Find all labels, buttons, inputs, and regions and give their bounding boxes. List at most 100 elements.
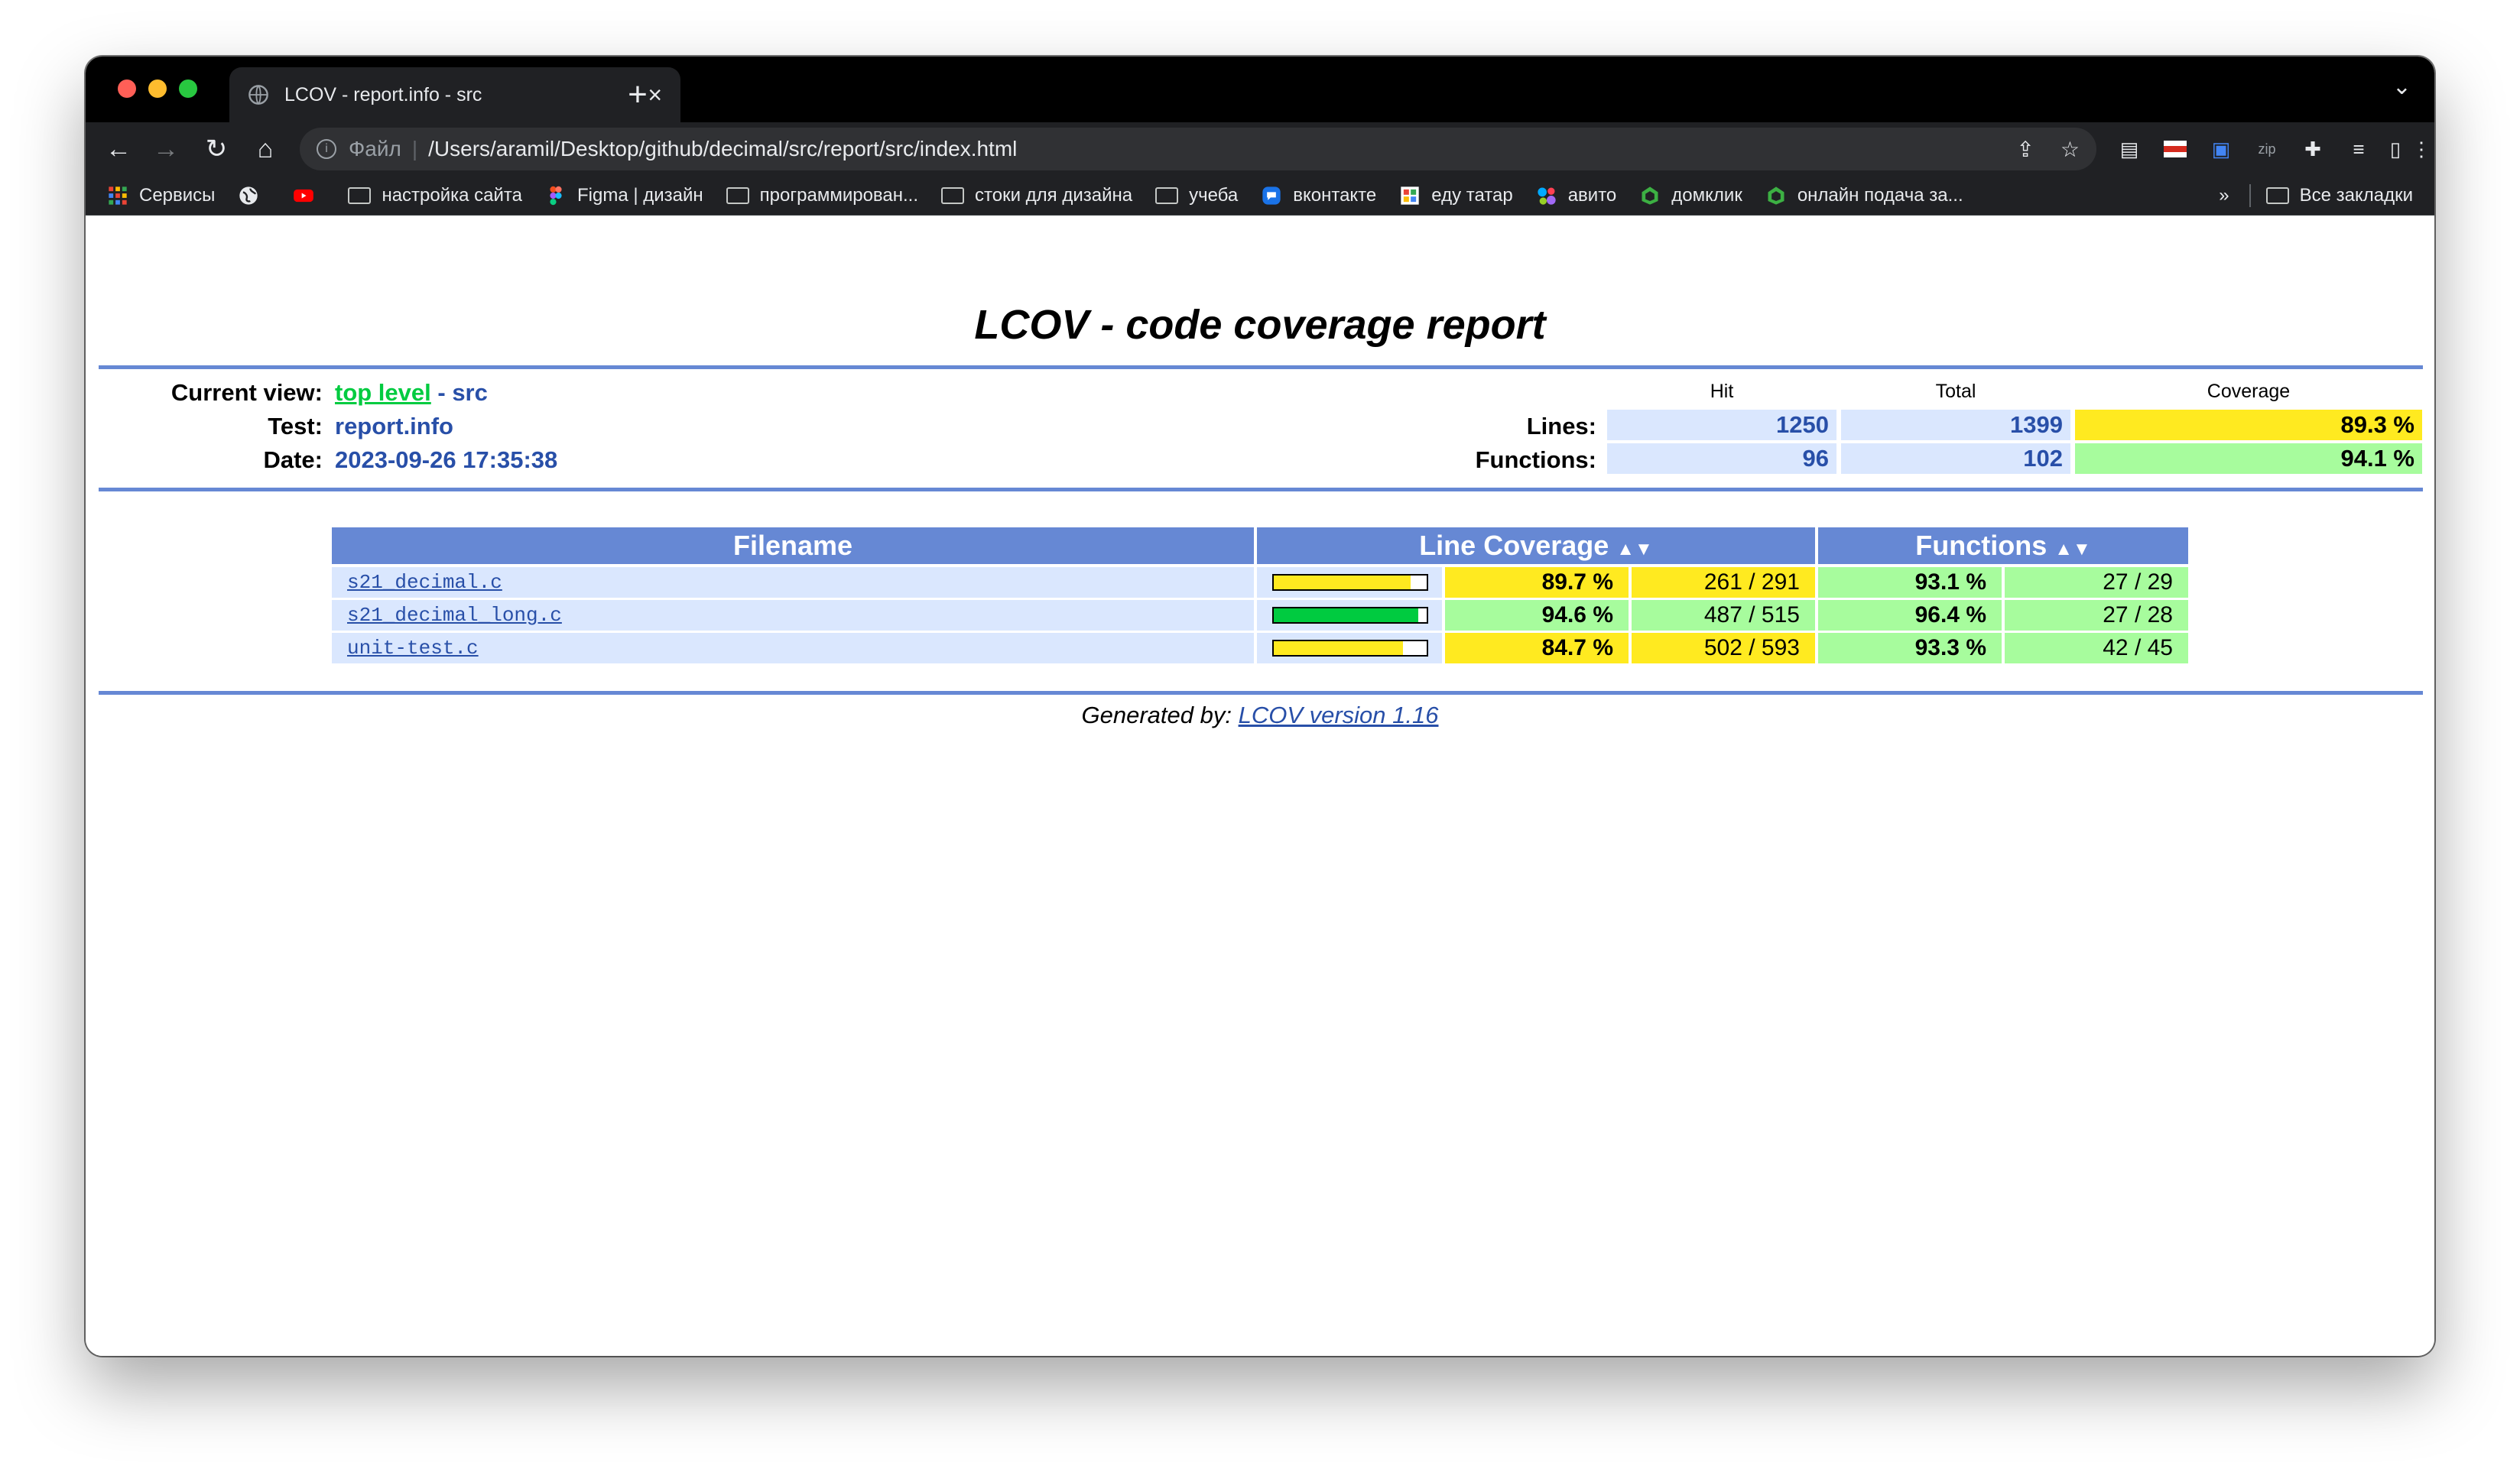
new-tab-button[interactable]: + — [615, 67, 661, 122]
bookmark-web[interactable] — [238, 185, 270, 206]
side-panel-icon[interactable]: ▯ — [2379, 133, 2411, 165]
bookmarks-bar: Сервисы настройка сайта Figma | дизайн п… — [86, 176, 2434, 216]
apps-grid-icon — [109, 186, 127, 205]
page-title: LCOV - code coverage report — [974, 302, 1546, 348]
bookmark-domclick[interactable]: домклик — [1639, 185, 1742, 206]
functions-label: Functions: — [1475, 446, 1596, 473]
summary-header-hit: Hit — [1710, 381, 1734, 402]
share-icon[interactable]: ⇪ — [2016, 137, 2034, 162]
bookmark-vkontakte[interactable]: вконтакте — [1261, 185, 1376, 206]
bookmark-figma[interactable]: Figma | дизайн — [545, 185, 703, 206]
bookmark-label: онлайн подача за... — [1797, 184, 1963, 206]
bookmark-star-icon[interactable]: ☆ — [2060, 137, 2080, 162]
filename-column-header[interactable]: Filename — [332, 527, 1254, 564]
lines-coverage: 89.3 % — [2075, 410, 2422, 440]
header-ruler-top — [99, 365, 2423, 369]
coverage-bar-fill — [1274, 641, 1404, 655]
bookmark-folder-site-settings[interactable]: настройка сайта — [348, 185, 522, 206]
line-coverage-column-header[interactable]: Line Coverage ▲▼ — [1257, 527, 1815, 564]
file-link[interactable]: s21_decimal_long.c — [347, 604, 562, 627]
coverage-bar — [1272, 640, 1428, 657]
bookmark-youtube[interactable] — [293, 185, 325, 206]
address-separator: | — [411, 137, 418, 161]
line-coverage-percent: 84.7 % — [1445, 633, 1629, 663]
bookmark-label: авито — [1567, 184, 1617, 206]
bookmark-folder-study[interactable]: учеба — [1155, 185, 1238, 206]
bookmark-label: настройка сайта — [382, 184, 522, 206]
bookmark-label: вконтакте — [1293, 184, 1377, 206]
extension-printer-icon[interactable]: ▤ — [2113, 133, 2145, 165]
bookmark-folder-stock-design[interactable]: стоки для дизайна — [941, 185, 1132, 206]
file-link[interactable]: unit-test.c — [347, 637, 479, 660]
generated-by-label: Generated by: — [1081, 702, 1239, 728]
function-coverage-percent: 96.4 % — [1818, 600, 2002, 631]
info-icon[interactable]: i — [317, 139, 336, 159]
extension-zip-icon[interactable]: zip — [2251, 133, 2283, 165]
current-view-path: - src — [430, 379, 488, 406]
folder-icon — [726, 186, 749, 204]
line-coverage-percent: 94.6 % — [1445, 600, 1629, 631]
tab-title: LCOV - report.info - src — [284, 83, 482, 105]
home-button[interactable]: ⌂ — [246, 130, 284, 168]
bookmark-avito[interactable]: авито — [1536, 184, 1617, 206]
folder-icon — [1155, 186, 1179, 204]
close-window-button[interactable] — [118, 79, 136, 98]
bookmark-online-application[interactable]: онлайн подача за... — [1765, 185, 1963, 206]
tab-search-chevron-icon[interactable]: ⌄ — [2392, 73, 2411, 100]
sort-icon[interactable]: ▲▼ — [1616, 539, 1653, 559]
bookmark-label: программирован... — [759, 184, 918, 206]
functions-column-header[interactable]: Functions ▲▼ — [1818, 527, 2188, 564]
page-content: LCOV - code coverage report Current view… — [86, 216, 2434, 1356]
function-coverage-percent: 93.1 % — [1818, 567, 2002, 598]
bookmark-label: Figma | дизайн — [577, 184, 703, 206]
function-coverage-count: 27 / 28 — [2005, 600, 2188, 631]
coverage-bar-cell — [1257, 633, 1442, 663]
test-label: Test: — [268, 413, 323, 439]
more-menu-icon[interactable]: ⋮ — [2410, 133, 2433, 165]
table-row-filename[interactable]: s21_decimal_long.c — [332, 600, 1254, 631]
coverage-bar-cell — [1257, 567, 1442, 598]
address-bar[interactable]: i Файл | /Users/aramil/Desktop/github/de… — [300, 128, 2096, 170]
extensions-puzzle-icon[interactable]: ✚ — [2297, 133, 2329, 165]
lines-hit: 1250 — [1607, 410, 1836, 440]
coverage-bar-fill — [1274, 608, 1419, 622]
line-coverage-count: 261 / 291 — [1632, 567, 1815, 598]
footer-ruler — [99, 691, 2423, 695]
tab-active[interactable]: LCOV - report.info - src × — [229, 67, 680, 122]
extension-translate-icon[interactable]: ▣ — [2205, 133, 2237, 165]
coverage-bar — [1272, 607, 1428, 624]
bookmark-edu-tatar[interactable]: еду татар — [1399, 185, 1513, 206]
folder-icon — [348, 186, 372, 204]
maximize-window-button[interactable] — [179, 79, 197, 98]
line-coverage-count: 502 / 593 — [1632, 633, 1815, 663]
bookmark-label: стоки для дизайна — [975, 184, 1133, 206]
address-scheme: Файл — [349, 137, 401, 161]
bookmarks-overflow-button[interactable]: » — [2219, 185, 2229, 206]
domclick-icon — [1642, 186, 1658, 205]
coverage-bar — [1272, 574, 1428, 591]
back-button[interactable]: ← — [99, 130, 138, 168]
top-level-link[interactable]: top level — [335, 379, 431, 406]
coverage-bar-fill — [1274, 576, 1411, 589]
all-bookmarks-button[interactable]: Все закладки — [2300, 185, 2413, 206]
tab-strip: LCOV - report.info - src × + ⌄ — [86, 57, 2434, 122]
function-coverage-count: 27 / 29 — [2005, 567, 2188, 598]
minimize-window-button[interactable] — [148, 79, 167, 98]
extension-flag-icon[interactable] — [2159, 133, 2191, 165]
bookmark-folder-programming[interactable]: программирован... — [726, 185, 918, 206]
sort-icon[interactable]: ▲▼ — [2054, 539, 2091, 559]
lcov-version-link[interactable]: LCOV version 1.16 — [1239, 702, 1439, 728]
table-row-filename[interactable]: unit-test.c — [332, 633, 1254, 663]
globe-icon — [248, 85, 268, 105]
reload-button[interactable]: ↻ — [197, 130, 235, 168]
bookmark-services[interactable]: Сервисы — [107, 185, 215, 206]
browser-toolbar: ← → ↻ ⌂ i Файл | /Users/aramil/Desktop/g… — [86, 122, 2434, 176]
table-row-filename[interactable]: s21_decimal.c — [332, 567, 1254, 598]
reading-list-icon[interactable]: ≡ — [2343, 133, 2375, 165]
functions-coverage: 94.1 % — [2075, 443, 2422, 474]
file-link[interactable]: s21_decimal.c — [347, 571, 502, 594]
current-view-label: Current view: — [170, 379, 323, 406]
forward-button[interactable]: → — [147, 130, 185, 168]
header-ruler-bottom — [99, 488, 2423, 491]
function-coverage-count: 42 / 45 — [2005, 633, 2188, 663]
